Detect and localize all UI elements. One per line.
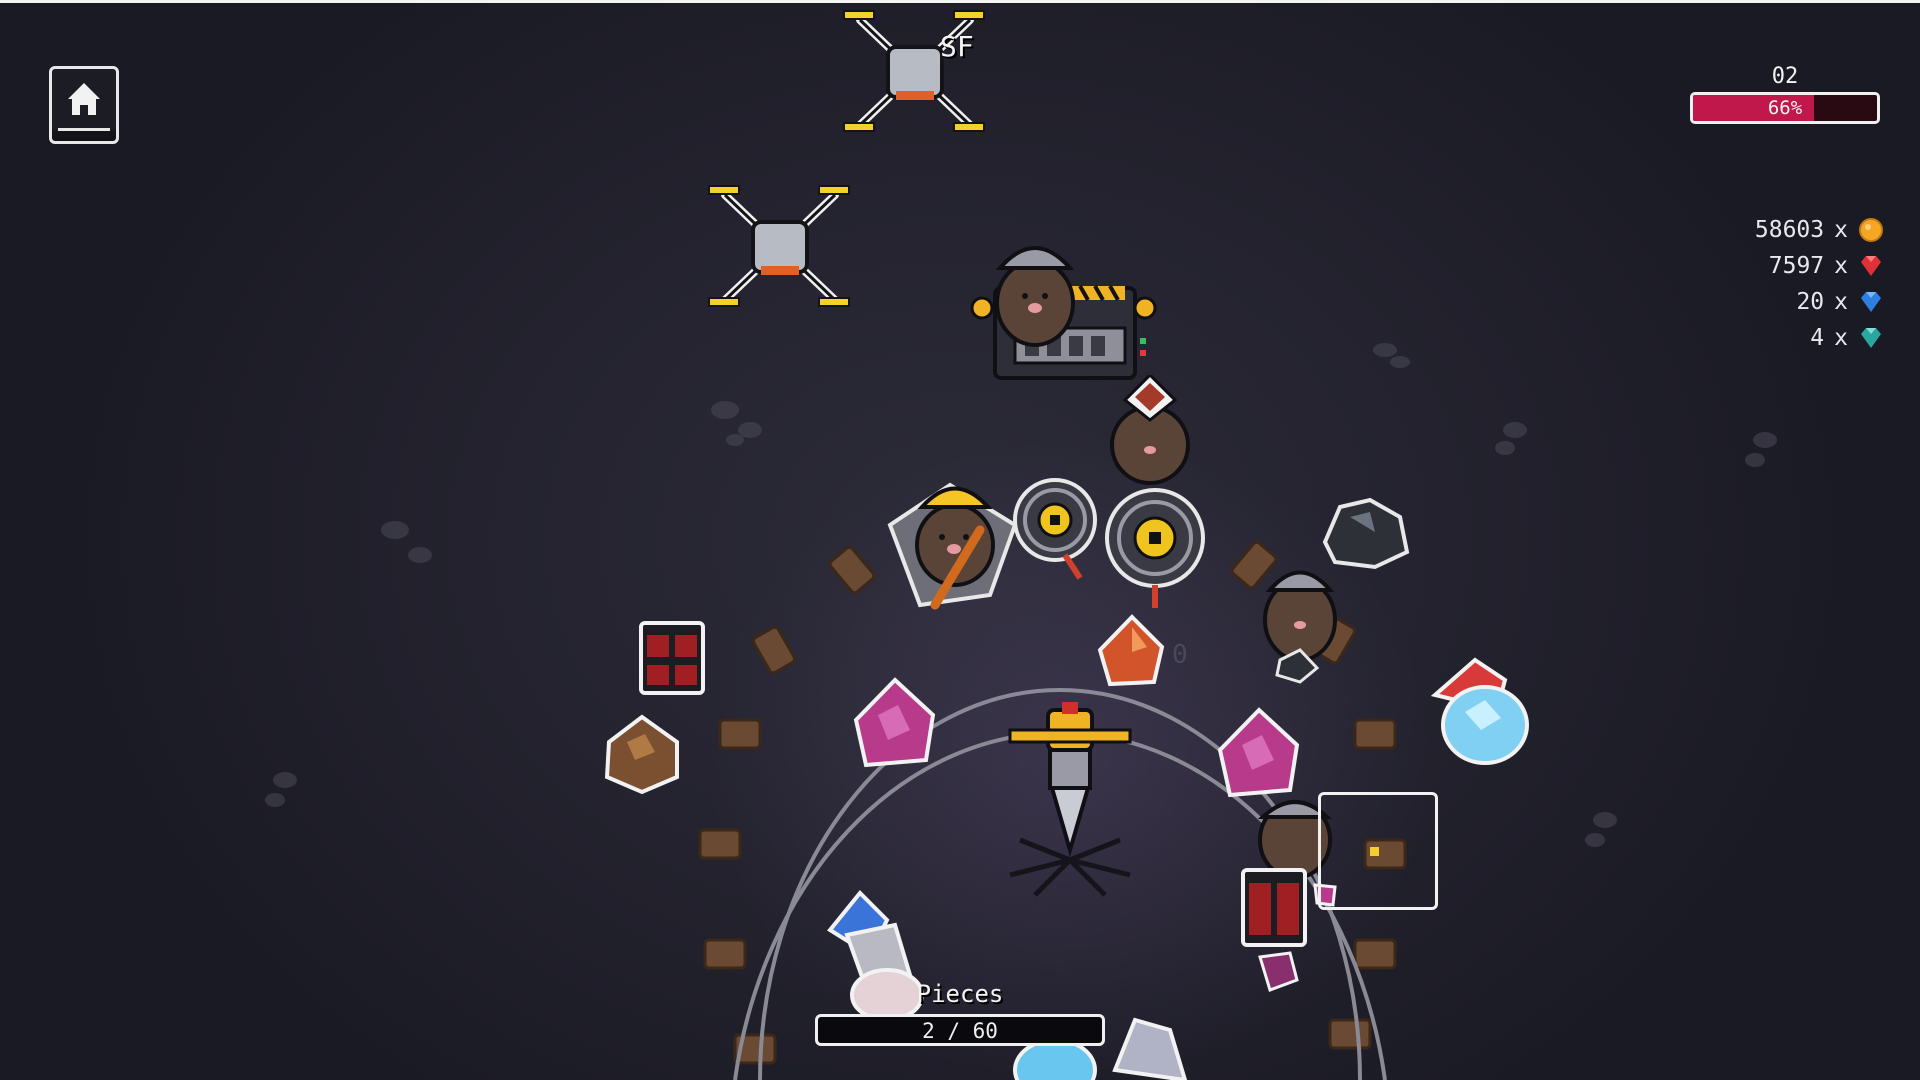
- copper-ore-icon[interactable]: [1092, 612, 1172, 692]
- red-gem-icon: [1861, 256, 1881, 276]
- iron-ore-icon[interactable]: [597, 712, 687, 797]
- gold-amount: 58603: [1754, 217, 1825, 243]
- mole-worker-icon[interactable]: [1255, 560, 1345, 690]
- resource-row-blue-gem: 20 x: [1796, 286, 1884, 318]
- resource-row-teal-gem: 4 x: [1810, 322, 1884, 354]
- level-progress-bar: 66%: [1690, 92, 1880, 124]
- pieces-count: 2 / 60: [922, 1019, 998, 1043]
- home-icon: [68, 83, 100, 115]
- tile-selection-cursor[interactable]: [1318, 792, 1438, 910]
- dynamite-icon[interactable]: [635, 605, 710, 700]
- pieces-label: Pieces: [916, 980, 1004, 1008]
- saw-blade-icon[interactable]: [1010, 470, 1100, 580]
- teal-gem-icon: [1861, 328, 1881, 348]
- amethyst-ore-icon[interactable]: [848, 675, 943, 775]
- level-progress-text: 66%: [1767, 97, 1803, 119]
- teal-gem-amount: 4: [1810, 325, 1825, 351]
- blue-gem-icon: [1861, 292, 1881, 312]
- level-label: 02: [1771, 64, 1799, 89]
- game-background: SF 0: [0, 0, 1920, 1080]
- pieces-progress-bar: 2 / 60: [815, 1014, 1105, 1046]
- home-button[interactable]: [49, 66, 119, 144]
- home-button-underline: [58, 128, 110, 131]
- resource-row-red-gem: 7597 x: [1769, 250, 1884, 282]
- mole-machine-icon[interactable]: [970, 228, 1160, 398]
- multiply-sign: x: [1834, 253, 1848, 279]
- multiply-sign: x: [1834, 325, 1848, 351]
- blue-gem-amount: 20: [1796, 289, 1825, 315]
- gold-coin-icon: [1859, 218, 1883, 242]
- amethyst-ore-icon[interactable]: [1212, 705, 1307, 805]
- drone-tag: SF: [940, 30, 974, 63]
- center-drill-icon[interactable]: [1000, 700, 1140, 900]
- faint-marker: 0: [1172, 640, 1188, 670]
- multiply-sign: x: [1834, 289, 1848, 315]
- saw-blade-icon[interactable]: [1100, 480, 1210, 610]
- resource-row-gold: 58603 x: [1755, 214, 1884, 246]
- diamond-ore-icon[interactable]: [1425, 650, 1535, 770]
- mole-carrying-ore-icon[interactable]: [1105, 375, 1195, 485]
- red-gem-amount: 7597: [1768, 253, 1825, 279]
- drone-icon[interactable]: [695, 180, 865, 320]
- multiply-sign: x: [1834, 217, 1848, 243]
- drone-icon[interactable]: [830, 5, 1000, 145]
